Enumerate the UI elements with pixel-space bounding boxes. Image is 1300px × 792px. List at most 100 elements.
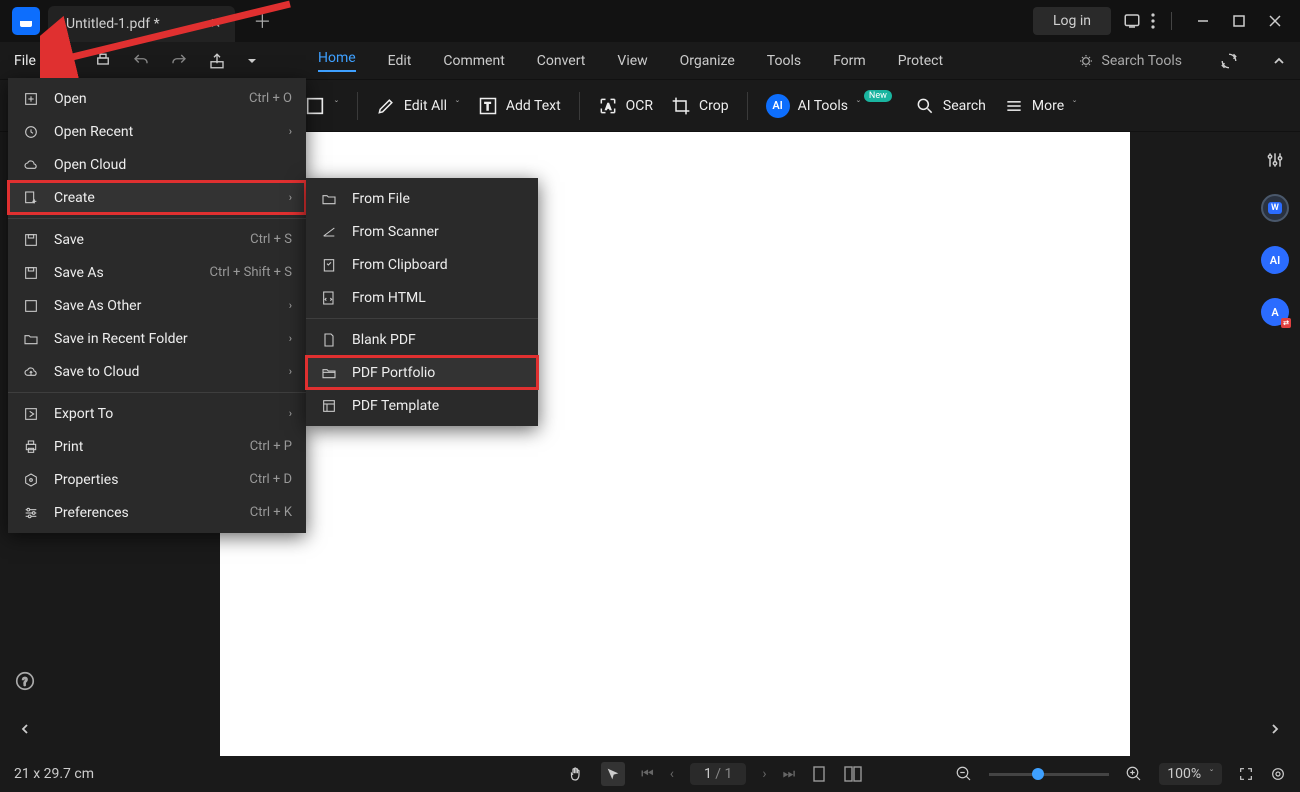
menu-save[interactable]: SaveCtrl + S xyxy=(8,223,306,256)
tab-protect[interactable]: Protect xyxy=(898,53,943,69)
more-button[interactable]: Moreˇ xyxy=(1004,96,1077,116)
submenu-from-html[interactable]: From HTML xyxy=(306,281,538,314)
blank-icon xyxy=(320,332,338,348)
ai-panel-icon[interactable]: AI xyxy=(1261,246,1289,274)
file-icon xyxy=(320,191,338,207)
last-page-icon[interactable]: ⏭ xyxy=(783,766,796,782)
ocr-button[interactable]: A OCR xyxy=(598,96,653,116)
submenu-from-file[interactable]: From File xyxy=(306,182,538,215)
shape-tool[interactable]: ˇ xyxy=(304,95,339,117)
tab-view[interactable]: View xyxy=(617,53,647,69)
new-badge: New xyxy=(864,90,892,102)
save-other-icon xyxy=(22,298,40,314)
share-icon[interactable] xyxy=(208,52,226,70)
close-tab-icon[interactable]: ✕ xyxy=(210,16,222,32)
prev-page-icon[interactable]: ‹ xyxy=(670,766,674,782)
translate-icon[interactable]: A⇄ xyxy=(1261,298,1289,326)
menu-preferences[interactable]: PreferencesCtrl + K xyxy=(8,496,306,529)
menu-open-recent[interactable]: Open Recent› xyxy=(8,115,306,148)
zoom-in-icon[interactable] xyxy=(1125,765,1143,783)
clipboard-icon xyxy=(320,257,338,273)
scanner-icon xyxy=(320,224,338,240)
hand-tool-icon[interactable] xyxy=(567,765,585,783)
feedback-icon[interactable] xyxy=(1123,12,1141,30)
search-tools-label: Search Tools xyxy=(1102,53,1182,69)
search-tools[interactable]: Search Tools xyxy=(1078,53,1182,69)
submenu-pdf-portfolio[interactable]: PDF Portfolio xyxy=(306,356,538,389)
zoom-out-icon[interactable] xyxy=(955,765,973,783)
sync-icon[interactable] xyxy=(1220,52,1238,70)
page-dimensions: 21 x 29.7 cm xyxy=(14,766,94,782)
two-page-icon[interactable] xyxy=(843,765,863,783)
tab-edit[interactable]: Edit xyxy=(388,53,412,69)
fit-icon[interactable] xyxy=(1270,766,1286,782)
tab-convert[interactable]: Convert xyxy=(537,53,586,69)
menubar: File Home Edit Comment Convert View Orga… xyxy=(0,42,1300,80)
svg-text:T: T xyxy=(485,102,491,113)
menu-print[interactable]: PrintCtrl + P xyxy=(8,430,306,463)
first-page-icon[interactable]: ⏮ xyxy=(641,766,654,782)
crop-button[interactable]: Crop xyxy=(671,96,729,116)
save-as-icon xyxy=(22,265,40,281)
adjust-icon[interactable] xyxy=(1265,150,1285,170)
menu-create[interactable]: Create› xyxy=(8,181,306,214)
menu-properties[interactable]: PropertiesCtrl + D xyxy=(8,463,306,496)
zoom-slider[interactable] xyxy=(989,773,1109,776)
tab-home[interactable]: Home xyxy=(318,50,356,72)
new-tab-button[interactable]: ＋ xyxy=(253,8,271,34)
tab-tools[interactable]: Tools xyxy=(767,53,801,69)
panel-collapse-icon[interactable] xyxy=(18,722,32,736)
tab-form[interactable]: Form xyxy=(833,53,866,69)
file-menu-button[interactable]: File xyxy=(14,53,36,69)
page-number-input[interactable]: 1 / 1 xyxy=(690,763,746,785)
panel-expand-icon[interactable] xyxy=(1268,722,1282,736)
more-icon[interactable] xyxy=(1151,13,1155,29)
edit-all-button[interactable]: Edit Allˇ xyxy=(376,96,460,116)
menu-export[interactable]: Export To› xyxy=(8,397,306,430)
submenu-pdf-template[interactable]: PDF Template xyxy=(306,389,538,422)
more-label: More xyxy=(1032,98,1064,114)
document-tab[interactable]: Untitled-1.pdf * ✕ xyxy=(48,6,235,42)
submenu-from-scanner[interactable]: From Scanner xyxy=(306,215,538,248)
menu-open[interactable]: OpenCtrl + O xyxy=(8,82,306,115)
ai-tools-button[interactable]: AI AI Toolsˇ New xyxy=(766,94,897,118)
minimize-icon[interactable] xyxy=(1196,14,1210,28)
next-page-icon[interactable]: › xyxy=(762,766,766,782)
app-logo xyxy=(12,7,40,35)
cloud-icon xyxy=(22,157,40,173)
single-page-icon[interactable] xyxy=(811,765,827,783)
select-tool-icon[interactable] xyxy=(601,762,625,786)
menu-save-as[interactable]: Save AsCtrl + Shift + S xyxy=(8,256,306,289)
save-icon xyxy=(22,232,40,248)
svg-text:A: A xyxy=(605,102,611,112)
zoom-level-dropdown[interactable]: 100%ˇ xyxy=(1159,763,1222,785)
print-icon[interactable] xyxy=(94,52,112,70)
ribbon-tabs: Home Edit Comment Convert View Organize … xyxy=(318,50,943,72)
fullscreen-icon[interactable] xyxy=(1238,766,1254,782)
tab-comment[interactable]: Comment xyxy=(443,53,504,69)
menu-save-recent-folder[interactable]: Save in Recent Folder› xyxy=(8,322,306,355)
open-icon[interactable] xyxy=(56,52,74,70)
customize-dropdown-icon[interactable] xyxy=(246,55,258,67)
help-icon[interactable]: ? xyxy=(14,670,36,692)
maximize-icon[interactable] xyxy=(1232,14,1246,28)
redo-icon[interactable] xyxy=(170,52,188,70)
submenu-blank-pdf[interactable]: Blank PDF xyxy=(306,323,538,356)
clock-icon xyxy=(22,124,40,140)
menu-save-cloud[interactable]: Save to Cloud› xyxy=(8,355,306,388)
svg-text:?: ? xyxy=(22,676,27,689)
create-submenu: From File From Scanner From Clipboard Fr… xyxy=(306,178,538,426)
titlebar: Untitled-1.pdf * ✕ ＋ Log in xyxy=(0,0,1300,42)
word-export-icon[interactable]: W xyxy=(1261,194,1289,222)
search-button[interactable]: Search xyxy=(915,96,986,116)
login-button[interactable]: Log in xyxy=(1033,7,1111,35)
print-icon xyxy=(22,439,40,455)
add-text-button[interactable]: T Add Text xyxy=(478,96,561,116)
menu-open-cloud[interactable]: Open Cloud xyxy=(8,148,306,181)
submenu-from-clipboard[interactable]: From Clipboard xyxy=(306,248,538,281)
close-window-icon[interactable] xyxy=(1268,14,1282,28)
collapse-ribbon-icon[interactable] xyxy=(1272,54,1286,68)
tab-organize[interactable]: Organize xyxy=(680,53,735,69)
undo-icon[interactable] xyxy=(132,52,150,70)
menu-save-as-other[interactable]: Save As Other› xyxy=(8,289,306,322)
